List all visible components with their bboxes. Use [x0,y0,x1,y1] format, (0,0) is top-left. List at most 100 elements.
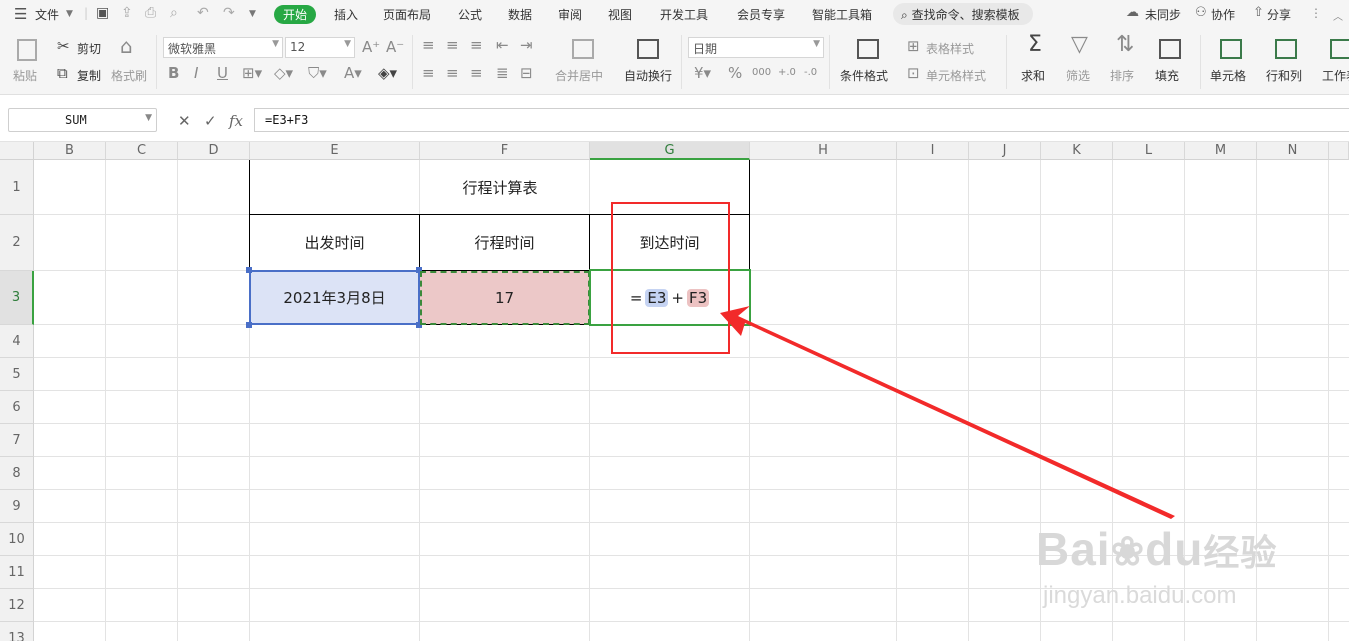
header-departure-time[interactable]: 出发时间 [250,215,419,270]
preview-icon[interactable]: ⌕ [170,5,178,21]
conditional-format-icon[interactable] [857,39,879,59]
paste-icon[interactable] [17,39,37,61]
filter-icon[interactable]: ▽ [1071,34,1088,56]
distribute-icon[interactable]: ⊟ [520,65,533,81]
sum-icon[interactable]: Σ [1028,34,1042,56]
font-color-icon[interactable]: A▾ [344,65,362,81]
tab-smart-tools[interactable]: 智能工具箱 [812,6,872,23]
collaborate-button[interactable]: 协作 [1211,6,1235,23]
worksheet-button[interactable]: 工作表 [1322,67,1349,84]
sort-button[interactable]: 排序 [1110,67,1134,84]
copy-icon[interactable]: ⧉ [57,65,68,81]
thousands-icon[interactable]: 000 [752,65,771,81]
select-all-corner[interactable] [0,142,34,160]
bold-icon[interactable]: B [168,65,179,81]
indent-increase-icon[interactable]: ⇥ [520,37,533,53]
row-column-button[interactable]: 行和列 [1266,67,1302,84]
column-header-m[interactable]: M [1185,142,1257,160]
share-button[interactable]: 分享 [1267,6,1291,23]
table-style-icon[interactable]: ⊞ [907,38,920,54]
function-icon[interactable]: fx [229,112,243,130]
justify-icon[interactable]: ≣ [496,65,509,81]
row-column-icon[interactable] [1275,39,1297,59]
sync-status[interactable]: 未同步 [1145,6,1181,23]
conditional-format-button[interactable]: 条件格式 [840,67,888,84]
decrease-font-icon[interactable]: A⁻ [386,39,404,55]
font-name-select[interactable]: 微软雅黑 ▼ [163,37,283,58]
tab-page-layout[interactable]: 页面布局 [383,6,431,23]
percent-icon[interactable]: % [728,65,742,81]
format-painter-icon[interactable]: ⌂ [120,36,133,56]
filter-button[interactable]: 筛选 [1066,67,1090,84]
confirm-icon[interactable]: ✓ [204,112,217,130]
merge-center-button[interactable]: 合并居中 [555,67,603,84]
name-box[interactable]: SUM ▼ [8,108,157,132]
quick-access-dropdown-icon[interactable]: ▼ [249,9,256,19]
cell-e3[interactable]: 2021年3月8日 [250,271,419,324]
save-icon[interactable]: ▣ [96,5,109,21]
sum-button[interactable]: 求和 [1021,67,1045,84]
column-header-f[interactable]: F [420,142,590,160]
increase-font-icon[interactable]: A⁺ [362,39,380,55]
tab-view[interactable]: 视图 [608,6,632,23]
search-box[interactable]: ⌕ 查找命令、搜索模板 [893,3,1033,25]
format-painter-button[interactable]: 格式刷 [111,67,147,84]
fill-icon[interactable] [1159,39,1181,59]
row-header-3[interactable]: 3 [0,271,34,325]
collapse-ribbon-icon[interactable]: ︿ [1333,8,1343,23]
align-top-icon[interactable]: ≡ [422,37,435,53]
tab-developer[interactable]: 开发工具 [660,6,708,23]
copy-button[interactable]: 复制 [77,67,101,84]
hamburger-icon[interactable]: ☰ [14,5,27,23]
export-icon[interactable]: ⇪ [121,5,133,21]
column-header-h[interactable]: H [750,142,897,160]
print-icon[interactable]: ⎙ [145,5,156,21]
column-header-o[interactable] [1329,142,1349,160]
column-header-b[interactable]: B [34,142,106,160]
row-header-10[interactable]: 10 [0,523,34,556]
tab-home[interactable]: 开始 [274,5,317,24]
paste-button[interactable]: 粘贴 [13,67,37,84]
row-header-6[interactable]: 6 [0,391,34,424]
undo-icon[interactable]: ↶ [197,5,209,21]
column-header-d[interactable]: D [178,142,250,160]
scissors-icon[interactable]: ✂ [57,38,70,54]
column-header-n[interactable]: N [1257,142,1329,160]
more-icon[interactable]: ⋮ [1310,6,1322,20]
border-icon[interactable]: ⊞▾ [242,65,262,81]
cell-icon[interactable] [1220,39,1242,59]
row-header-4[interactable]: 4 [0,325,34,358]
fill-button[interactable]: 填充 [1155,67,1179,84]
tab-review[interactable]: 审阅 [558,6,582,23]
worksheet-icon[interactable] [1330,39,1349,59]
tab-formulas[interactable]: 公式 [458,6,482,23]
align-bottom-icon[interactable]: ≡ [470,37,483,53]
tab-data[interactable]: 数据 [508,6,532,23]
header-travel-time[interactable]: 行程时间 [420,215,589,270]
fill-color-icon[interactable]: ◇▾ [274,65,293,81]
paint-bucket-icon[interactable]: ⛉▾ [308,65,327,81]
column-header-j[interactable]: J [969,142,1041,160]
increase-decimal-icon[interactable]: +.0 [778,65,796,81]
file-menu[interactable]: 文件 [35,6,59,23]
indent-decrease-icon[interactable]: ⇤ [496,37,509,53]
align-left-icon[interactable]: ≡ [422,65,435,81]
align-center-icon[interactable]: ≡ [446,65,459,81]
currency-icon[interactable]: ¥▾ [694,65,711,81]
cancel-icon[interactable]: ✕ [178,112,191,130]
column-header-k[interactable]: K [1041,142,1113,160]
row-header-12[interactable]: 12 [0,589,34,622]
row-header-1[interactable]: 1 [0,160,34,215]
column-header-c[interactable]: C [106,142,178,160]
merge-center-icon[interactable] [572,39,594,59]
row-header-11[interactable]: 11 [0,556,34,589]
table-style-button[interactable]: 表格样式 [926,40,974,57]
tab-insert[interactable]: 插入 [334,6,358,23]
align-right-icon[interactable]: ≡ [470,65,483,81]
column-header-g[interactable]: G [590,142,750,160]
column-header-l[interactable]: L [1113,142,1185,160]
wrap-text-button[interactable]: 自动换行 [624,67,672,84]
number-format-select[interactable]: 日期 ▼ [688,37,824,58]
row-header-13[interactable]: 13 [0,622,34,641]
formula-input[interactable]: =E3+F3 [254,108,1349,132]
